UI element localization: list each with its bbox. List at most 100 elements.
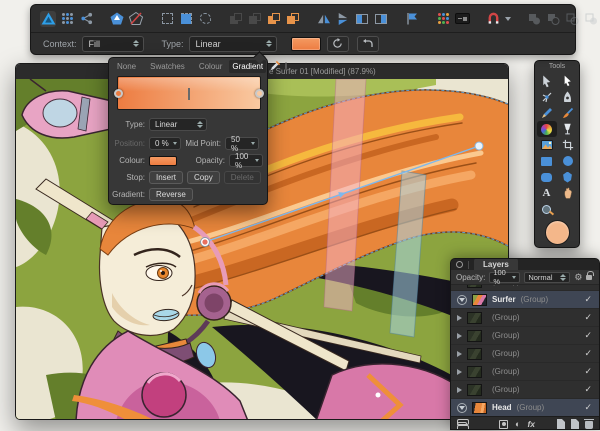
layer-effects-icon[interactable]: fx (527, 419, 535, 429)
insert-stop-button[interactable]: Insert (149, 171, 183, 184)
context-select[interactable]: Fill (82, 36, 144, 52)
panel-options-icon[interactable] (456, 261, 463, 268)
fill-tool[interactable] (537, 121, 557, 137)
layer-row[interactable]: (Group) ✓ (451, 327, 599, 345)
opacity-select[interactable]: 100 % (229, 154, 263, 167)
expand-caret-icon[interactable] (457, 351, 462, 357)
flag-icon[interactable] (404, 11, 420, 27)
flip-horizontal-icon[interactable] (316, 11, 332, 27)
rounded-rectangle-tool[interactable] (537, 169, 557, 185)
layer-settings-gear-icon[interactable]: ⚙ (574, 273, 582, 282)
blend-mode-select[interactable]: Normal (524, 272, 570, 283)
polygon-arrow-icon[interactable] (109, 11, 125, 27)
tab-none[interactable]: None (114, 60, 139, 73)
vector-brush-tool[interactable] (558, 105, 578, 121)
layer-thumbnail[interactable] (467, 366, 482, 378)
layer-visibility-check[interactable]: ✓ (584, 366, 592, 377)
layer-visibility-check[interactable]: ✓ (584, 312, 592, 323)
expand-caret-icon[interactable] (457, 369, 462, 375)
move-tool[interactable] (537, 73, 557, 89)
view-tool[interactable] (558, 185, 578, 201)
marquee-icon[interactable] (159, 11, 175, 27)
boolean-divide-icon[interactable] (583, 11, 599, 27)
boolean-subtract-icon[interactable] (545, 11, 561, 27)
copy-stop-button[interactable]: Copy (187, 171, 220, 184)
reverse-gradient-button[interactable]: Reverse (149, 188, 193, 201)
panel-type-select[interactable]: Linear (149, 118, 207, 131)
layers-stack-icon[interactable] (457, 422, 467, 426)
gradient-type-select[interactable]: Linear (189, 36, 277, 52)
collapse-caret-icon[interactable] (457, 403, 467, 413)
gradient-midpoint-tick[interactable] (188, 88, 190, 100)
rectangle-tool[interactable] (537, 153, 557, 169)
pencil-tool[interactable] (537, 105, 557, 121)
export-persona-icon[interactable] (78, 11, 94, 27)
layer-visibility-check[interactable]: ✓ (584, 384, 592, 395)
expand-caret-icon[interactable] (457, 333, 462, 339)
ellipse-tool[interactable] (558, 153, 578, 169)
eyedropper-icon[interactable] (270, 60, 281, 73)
new-layer-icon[interactable] (571, 419, 579, 429)
color-dots-icon[interactable] (435, 11, 451, 27)
current-color-swatch[interactable] (285, 62, 287, 71)
layer-row-head[interactable]: Head (Group) ✓ (451, 399, 599, 416)
group-icon[interactable] (266, 11, 282, 27)
layer-thumbnail[interactable] (467, 348, 482, 360)
gradient-stop-end[interactable] (255, 89, 264, 98)
rotate-gradient-icon[interactable] (327, 36, 349, 52)
layer-row[interactable]: (Group) ✓ (451, 309, 599, 327)
snapping-caret-icon[interactable] (505, 17, 511, 21)
layer-row[interactable]: (Group) ✓ (451, 381, 599, 399)
layer-visibility-check[interactable]: ✓ (584, 402, 592, 413)
expand-caret-icon[interactable] (457, 315, 462, 321)
move-to-front-icon[interactable] (247, 11, 263, 27)
layer-thumbnail[interactable] (467, 312, 482, 324)
place-image-tool[interactable] (537, 137, 557, 153)
layer-visibility-check[interactable]: ✓ (584, 348, 592, 359)
layer-thumbnail[interactable] (467, 330, 482, 342)
marquee-filled-icon[interactable] (178, 11, 194, 27)
insert-inside-icon[interactable] (354, 11, 370, 27)
lasso-icon[interactable] (197, 11, 213, 27)
zoom-tool[interactable] (537, 201, 557, 217)
divider-toggle-icon[interactable] (454, 11, 470, 27)
fill-color-swatch[interactable] (291, 37, 321, 51)
layer-row-surfer[interactable]: Surfer (Group) ✓ (451, 291, 599, 309)
layer-visibility-check[interactable]: ✓ (584, 285, 592, 287)
layer-thumbnail[interactable] (467, 285, 482, 288)
layers-opacity-select[interactable]: 100 % (489, 272, 520, 283)
insert-behind-icon[interactable] (373, 11, 389, 27)
layer-row[interactable]: (Group) ✓ (451, 363, 599, 381)
layer-visibility-check[interactable]: ✓ (584, 294, 592, 305)
layer-thumbnail[interactable] (467, 384, 482, 396)
ungroup-icon[interactable] (285, 11, 301, 27)
tab-swatches[interactable]: Swatches (147, 60, 188, 73)
expand-caret-icon[interactable] (457, 387, 462, 393)
pixel-persona-icon[interactable] (59, 11, 75, 27)
tab-colour[interactable]: Colour (196, 60, 226, 73)
layer-thumbnail[interactable] (472, 402, 487, 414)
node-tool[interactable] (558, 73, 578, 89)
new-pixel-layer-icon[interactable] (557, 419, 565, 429)
current-fill-swatch[interactable] (545, 220, 570, 245)
position-select[interactable]: 0 % (149, 137, 181, 150)
gradient-bar[interactable] (117, 76, 261, 110)
gradient-end-handle[interactable] (475, 142, 483, 150)
shape-tool[interactable] (558, 169, 578, 185)
layer-row[interactable]: (Group) ✓ (451, 345, 599, 363)
polygon-slash-icon[interactable] (128, 11, 144, 27)
layer-lock-icon[interactable] (586, 275, 592, 280)
gradient-stop-start[interactable] (114, 89, 123, 98)
layer-visibility-check[interactable]: ✓ (584, 330, 592, 341)
snapping-magnet-icon[interactable] (485, 11, 501, 27)
layer-thumbnail[interactable] (472, 294, 487, 306)
designer-persona-icon[interactable] (40, 11, 56, 27)
flip-vertical-icon[interactable] (335, 11, 351, 27)
pen-tool[interactable] (558, 89, 578, 105)
point-transform-tool[interactable] (537, 89, 557, 105)
delete-stop-button[interactable]: Delete (224, 171, 261, 184)
stop-colour-swatch[interactable] (149, 156, 177, 166)
vector-crop-tool[interactable] (558, 137, 578, 153)
mask-layer-icon[interactable] (499, 420, 508, 429)
collapse-caret-icon[interactable] (457, 295, 467, 305)
